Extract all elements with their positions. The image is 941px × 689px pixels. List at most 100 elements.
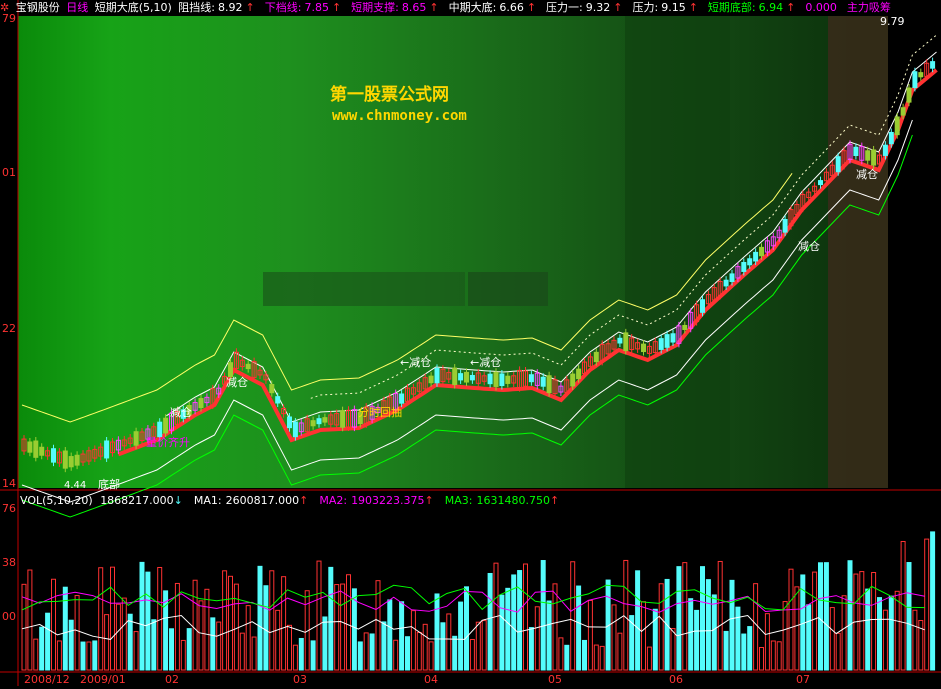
volume-bar (45, 612, 51, 671)
volume-bar (823, 562, 829, 671)
candle-body (741, 262, 747, 272)
volume-bar (729, 579, 735, 671)
price-axis-top: 79 (2, 12, 16, 25)
candle-body (493, 371, 499, 387)
volume-bar (623, 559, 629, 671)
volume-bar (369, 633, 375, 671)
volume-bar (759, 647, 764, 671)
volume-bar (292, 644, 298, 671)
volume-bar (582, 639, 587, 671)
volume-bar (835, 632, 841, 671)
volume-header: VOL(5,10,20) 1868217.000↓, MA1: 2600817.0… (20, 494, 560, 507)
main-force-label: 主力吸筹 (846, 1, 891, 14)
volume-bar (92, 640, 98, 671)
volume-bar (422, 623, 428, 671)
volume-bar (428, 641, 434, 671)
volume-bar (458, 601, 464, 671)
candle-body (104, 440, 110, 459)
volume-bar (204, 588, 210, 671)
lower-gear-label: 下档线: (264, 1, 302, 14)
candle-body (906, 87, 912, 103)
volume-bar (676, 566, 682, 671)
candle-body (818, 180, 823, 186)
volume-bar (534, 606, 540, 671)
volume-bar (346, 574, 351, 671)
period-label[interactable]: 日线 (66, 1, 88, 14)
ma1-label: MA1: (193, 494, 222, 507)
candle-body (700, 299, 705, 313)
pressure-label: 压力: (632, 1, 659, 14)
volume-bar (641, 601, 646, 671)
candle-body (835, 156, 841, 173)
volume-bar (216, 621, 222, 671)
volume-bar (741, 633, 747, 671)
zero-value: 0.000 (805, 1, 837, 14)
volume-bar (753, 583, 759, 671)
candle-body (753, 251, 759, 262)
candle-body (428, 375, 434, 384)
volume-bar (711, 594, 717, 671)
volume-bar (340, 583, 346, 671)
up-arrow-icon: ↑ (549, 494, 560, 507)
volume-bar (169, 628, 174, 671)
up-arrow-icon: ↑ (613, 1, 623, 14)
volume-bar (865, 588, 871, 671)
volume-bar (464, 586, 469, 671)
volume-bar (39, 626, 45, 671)
up-arrow-icon: ↑ (299, 494, 309, 507)
candle-body (310, 420, 316, 427)
volume-bar (770, 640, 776, 671)
candle-body (469, 374, 475, 381)
candle-body (269, 384, 275, 394)
candle-body (894, 116, 900, 136)
volume-bar (523, 563, 528, 671)
candle-body (918, 72, 924, 78)
volume-bar (298, 637, 304, 671)
price-low-label: 4.44 (64, 480, 87, 491)
volume-bar (316, 560, 322, 671)
volume-bar (635, 570, 641, 671)
candlestick-chart[interactable] (0, 0, 941, 686)
volume-bar (192, 579, 198, 671)
volume-bar (806, 604, 812, 671)
price-axis-3: 22 (2, 322, 16, 335)
volume-bar (56, 640, 62, 671)
volume-bar (27, 569, 33, 671)
volume-bar (281, 576, 287, 671)
ma3-value: 1631480.750 (476, 494, 550, 507)
vol-title: VOL(5,10,20) (20, 494, 93, 507)
vol-axis-low: 00 (2, 610, 16, 623)
chart-window[interactable]: ✲ 宝钢股份 日线 短期大底(5,10) 阻挡线: 8.92 ↑, 下档线: 7.85… (0, 0, 941, 686)
vol-axis-mid: 38 (2, 556, 16, 569)
candle-body (316, 418, 322, 425)
volume-bar (469, 638, 475, 671)
candle-body (33, 440, 39, 458)
volume-bar (287, 624, 292, 671)
candle-body (723, 279, 729, 287)
candle-body (275, 396, 281, 404)
volume-bar (705, 579, 711, 671)
watermark-url[interactable]: www.chnmoney.com (332, 108, 467, 124)
volume-bar (405, 636, 410, 671)
volume-bar (847, 560, 853, 671)
volume-bar (133, 631, 139, 671)
volume-bar (688, 598, 694, 671)
candle-body (682, 324, 688, 330)
volume-bar (487, 572, 493, 671)
signal-divergence: 分时回抽 (358, 406, 402, 419)
up-arrow-icon: ↑ (786, 1, 796, 14)
candle-body (865, 150, 871, 161)
volume-bar (275, 609, 281, 671)
volume-bar (617, 632, 623, 671)
up-arrow-icon: ↑ (688, 1, 698, 14)
candle-body (198, 398, 204, 409)
volume-bar (877, 597, 882, 671)
pressure-value: 9.15 (661, 1, 686, 14)
candle-body (641, 343, 646, 353)
signal-volume-rise: 量价齐升 (146, 436, 190, 449)
volume-bar (700, 566, 705, 671)
shade-block-1 (263, 272, 465, 306)
volume-bar (818, 562, 823, 671)
candle-body (292, 421, 298, 438)
volume-bar (682, 562, 688, 671)
